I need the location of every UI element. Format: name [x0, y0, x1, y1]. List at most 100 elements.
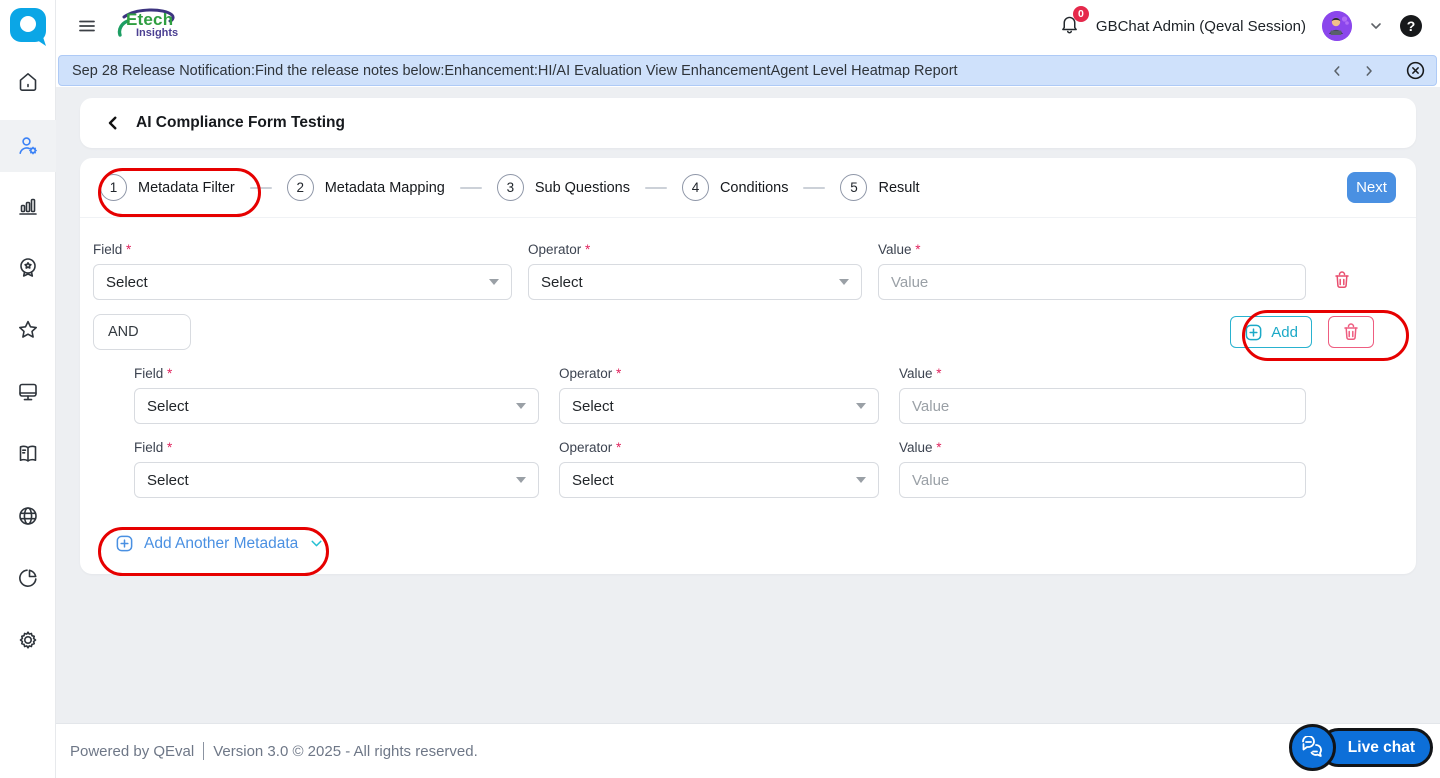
step-label: Result [878, 179, 920, 196]
sidebar-item-user-settings[interactable] [0, 120, 56, 172]
step-label: Metadata Mapping [324, 179, 445, 196]
qeval-logo[interactable] [8, 6, 48, 48]
page-title: AI Compliance Form Testing [136, 114, 345, 131]
required-marker: * [936, 366, 942, 381]
value-input[interactable] [899, 462, 1306, 498]
chevron-down-icon [1371, 23, 1381, 29]
add-another-metadata-button[interactable]: Add Another Metadata [115, 534, 325, 553]
select-caret-icon [516, 477, 526, 483]
chevron-down-icon [311, 540, 322, 547]
live-chat-button[interactable]: Live chat [1288, 724, 1433, 771]
sidebar-item-monitor[interactable] [0, 368, 56, 416]
sidebar-item-reports[interactable] [0, 182, 56, 230]
sidebar-item-analytics[interactable] [0, 554, 56, 602]
trash-icon [1335, 271, 1349, 289]
banner-prev-button[interactable] [1329, 63, 1345, 79]
required-marker: * [126, 242, 132, 257]
next-button[interactable]: Next [1347, 172, 1396, 203]
value-label: Value * [878, 242, 921, 257]
hamburger-menu-button[interactable] [76, 15, 98, 37]
plus-square-icon [116, 535, 133, 552]
select-caret-icon [489, 279, 499, 285]
sidebar-item-home[interactable] [0, 58, 56, 106]
delete-row-button[interactable] [1322, 242, 1362, 290]
operator-select[interactable]: Select [559, 388, 879, 424]
nested-condition-group: Field * Select Operator * Select Value *… [134, 366, 1400, 498]
banner-next-button[interactable] [1361, 63, 1377, 79]
profile-menu-button[interactable] [1368, 18, 1384, 34]
question-mark-icon: ? [1406, 18, 1416, 34]
value-input[interactable] [899, 388, 1306, 424]
step-label: Sub Questions [534, 179, 630, 196]
select-caret-icon [516, 403, 526, 409]
step-number: 2 [286, 174, 314, 201]
sidebar-item-library[interactable] [0, 430, 56, 478]
avatar[interactable] [1322, 11, 1352, 41]
step-metadata-filter[interactable]: 1 Metadata Filter [100, 174, 235, 201]
delete-group-button[interactable] [1328, 316, 1374, 348]
step-label: Metadata Filter [138, 179, 235, 196]
required-marker: * [936, 440, 942, 455]
footer-divider [203, 742, 205, 760]
step-number: 1 [100, 174, 127, 201]
add-condition-button[interactable]: Add [1230, 316, 1312, 348]
field-select[interactable]: Select [134, 388, 539, 424]
sidebar-item-quality[interactable] [0, 244, 56, 292]
required-marker: * [167, 440, 173, 455]
sidebar-item-favorites[interactable] [0, 306, 56, 354]
filter-row: Field * Select Operator * Select Value *… [134, 440, 1400, 498]
field-label: Field * [134, 366, 173, 381]
operator-label: Operator * [528, 242, 591, 257]
release-notification-banner: Sep 28 Release Notification:Find the rel… [58, 55, 1437, 86]
banner-text: Sep 28 Release Notification:Find the rel… [72, 62, 958, 79]
sidebar-item-settings[interactable] [0, 616, 56, 664]
required-marker: * [616, 366, 622, 381]
step-number: 3 [496, 174, 524, 201]
and-operator-button[interactable]: AND [93, 314, 191, 350]
help-button[interactable]: ? [1400, 15, 1422, 37]
banner-close-button[interactable] [1405, 60, 1426, 81]
step-connector [644, 186, 667, 189]
select-caret-icon [839, 279, 849, 285]
operator-select[interactable]: Select [559, 462, 879, 498]
field-select[interactable]: Select [134, 462, 539, 498]
value-label: Value * [899, 440, 942, 455]
select-caret-icon [856, 403, 866, 409]
etech-insights-logo[interactable]: Etech Insights [116, 7, 180, 45]
operator-label: Operator * [559, 440, 622, 455]
notifications-button[interactable]: 0 [1059, 5, 1089, 40]
step-connector [249, 186, 272, 189]
value-label: Value * [899, 366, 942, 381]
star-icon [19, 320, 37, 338]
required-marker: * [915, 242, 921, 257]
plus-square-icon [1245, 324, 1262, 340]
q-logo-icon [10, 8, 46, 46]
step-label: Conditions [719, 179, 789, 196]
step-number: 5 [840, 174, 868, 201]
value-input[interactable] [878, 264, 1306, 300]
sidebar-item-web[interactable] [0, 492, 56, 540]
step-conditions[interactable]: 4 Conditions [681, 174, 789, 201]
stepper: 1 Metadata Filter 2 Metadata Mapping 3 S… [80, 158, 1416, 218]
required-marker: * [585, 242, 591, 257]
filter-row: Field * Select Operator * Select Value *… [134, 366, 1400, 424]
field-select[interactable]: Select [93, 264, 512, 300]
chevron-left-bold-icon [108, 116, 117, 130]
field-label: Field * [134, 440, 173, 455]
operator-select[interactable]: Select [528, 264, 862, 300]
step-connector [459, 186, 482, 189]
step-sub-questions[interactable]: 3 Sub Questions [496, 174, 630, 201]
step-number: 4 [681, 174, 709, 201]
back-button[interactable] [104, 114, 122, 132]
pie-chart-icon [19, 569, 37, 587]
trash-icon [1344, 322, 1358, 340]
page-title-card: AI Compliance Form Testing [80, 98, 1416, 148]
hamburger-icon [79, 20, 95, 32]
field-label: Field * [93, 242, 132, 257]
group-controls-row: AND Add [93, 314, 1400, 350]
step-result[interactable]: 5 Result [840, 174, 920, 201]
topbar: Etech Insights 0 GBChat Admin (Qeval Ses… [56, 0, 1440, 52]
page: Etech Insights 0 GBChat Admin (Qeval Ses… [0, 0, 1440, 778]
footer-powered: Powered by QEval [70, 742, 195, 760]
step-metadata-mapping[interactable]: 2 Metadata Mapping [286, 174, 445, 201]
